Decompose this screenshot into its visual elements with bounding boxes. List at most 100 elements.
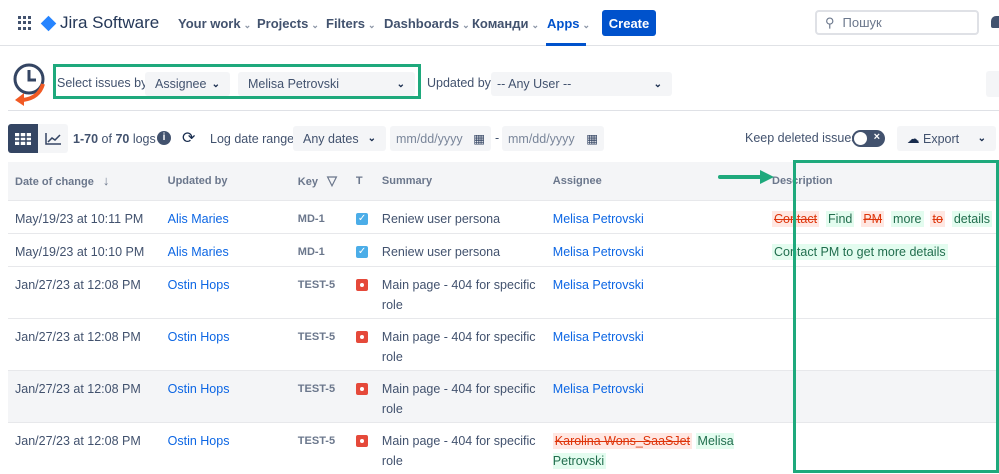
chevron-down-icon: ⌄ xyxy=(396,78,405,90)
assignee-cell: Melisa Petrovski xyxy=(545,199,765,233)
assignee-link[interactable]: Melisa Petrovski xyxy=(553,278,644,292)
keep-deleted-label: Keep deleted issues xyxy=(745,131,858,145)
description-cell: Contact Find PM more to details xyxy=(765,199,999,233)
desc-removed-word: PM xyxy=(861,210,885,227)
brand-name: Jira Software xyxy=(60,13,160,32)
table-row: Jan/27/23 at 12:08 PM Ostin Hops TEST-5 … xyxy=(8,369,999,422)
chart-view-button[interactable] xyxy=(38,124,68,153)
assignee-link[interactable]: Melisa Petrovski xyxy=(553,382,644,396)
app-switcher-icon[interactable] xyxy=(18,16,32,30)
assignee-link[interactable]: Melisa Petrovski xyxy=(553,212,644,226)
notifications-icon[interactable] xyxy=(991,16,999,28)
chevron-down-icon: ⌄ xyxy=(311,20,319,30)
table-row: Jan/27/23 at 12:08 PM Ostin Hops TEST-5 … xyxy=(8,317,999,370)
date-cell: Jan/27/23 at 12:08 PM xyxy=(8,317,161,370)
updated-by-link[interactable]: Ostin Hops xyxy=(168,434,230,448)
select-by-dropdown[interactable]: Assignee ⌄ xyxy=(145,72,230,96)
nav-dashboards[interactable]: Dashboards ⌄ xyxy=(384,16,470,31)
col-description[interactable]: Description xyxy=(765,162,999,200)
chevron-down-icon: ⌄ xyxy=(462,20,470,30)
history-clock-icon xyxy=(13,63,45,106)
calendar-icon: ▦ xyxy=(473,132,485,146)
chevron-down-icon: ⌄ xyxy=(368,20,376,30)
col-key[interactable]: Key ▽ xyxy=(290,162,349,200)
bug-type-icon xyxy=(355,434,368,447)
description-cell xyxy=(765,421,999,474)
description-cell xyxy=(765,317,999,370)
date-mode-dropdown[interactable]: Any dates ⌄ xyxy=(293,126,386,151)
jira-logo[interactable]: Jira Software xyxy=(40,13,160,33)
divider xyxy=(8,110,999,111)
assignee-cell: Karolina Wons_SaaSJet Melisa Petrovski xyxy=(545,421,765,474)
desc-removed-word: to xyxy=(930,210,945,227)
col-date[interactable]: Date of change ↓ xyxy=(8,162,161,200)
date-cell: Jan/27/23 at 12:08 PM xyxy=(8,265,161,318)
col-type[interactable]: T xyxy=(348,162,375,200)
table-icon xyxy=(15,132,31,145)
active-tab-indicator xyxy=(546,43,586,46)
assignee-link[interactable]: Melisa Petrovski xyxy=(553,330,644,344)
issue-key[interactable]: TEST-5 xyxy=(290,369,349,422)
more-dropdown[interactable] xyxy=(986,71,999,97)
assignee-link[interactable]: Melisa Petrovski xyxy=(553,245,644,259)
chevron-down-icon: ⌄ xyxy=(977,133,986,144)
description-cell: Contact PM to get more details xyxy=(765,232,999,266)
export-button[interactable]: ☁ Export ⌄ xyxy=(897,126,996,151)
search-placeholder: Пошук xyxy=(842,15,882,30)
summary-cell: Main page - 404 for specific role xyxy=(374,421,546,474)
assignee-cell: Melisa Petrovski xyxy=(545,317,765,370)
create-button[interactable]: Create xyxy=(602,10,656,36)
issue-key[interactable]: MD-1 xyxy=(290,232,349,266)
nav-your-work[interactable]: Your work ⌄ xyxy=(178,16,251,31)
issue-key[interactable]: TEST-5 xyxy=(290,317,349,370)
search-input[interactable]: ⚲ Пошук xyxy=(815,10,979,35)
updated-by-link[interactable]: Alis Maries xyxy=(168,212,229,226)
cloud-download-icon: ☁ xyxy=(907,132,920,146)
summary-cell: Main page - 404 for specific role xyxy=(374,317,546,370)
col-updated-by[interactable]: Updated by xyxy=(160,162,291,200)
keep-deleted-toggle[interactable]: × xyxy=(852,130,885,147)
updated-by-link[interactable]: Ostin Hops xyxy=(168,382,230,396)
table-row: Jan/27/23 at 12:08 PM Ostin Hops TEST-5 … xyxy=(8,421,999,474)
bug-type-icon xyxy=(355,278,368,291)
assignee-dropdown[interactable]: Melisa Petrovski ⌄ xyxy=(238,72,415,96)
desc-added-word: details xyxy=(951,210,992,227)
chevron-down-icon: ⌄ xyxy=(531,20,540,30)
desc-added-word: Find xyxy=(826,210,855,227)
info-icon[interactable]: i xyxy=(157,131,171,145)
date-cell: Jan/27/23 at 12:08 PM xyxy=(8,421,161,474)
nav-teams[interactable]: Команди ⌄ xyxy=(472,16,539,31)
desc-added-word: more xyxy=(891,210,924,227)
issue-key[interactable]: TEST-5 xyxy=(290,421,349,474)
assignee-cell: Melisa Petrovski xyxy=(545,265,765,318)
table-row: May/19/23 at 10:10 PM Alis Maries MD-1 R… xyxy=(8,232,999,266)
filter-icon: ▽ xyxy=(327,172,338,188)
assignee-cell: Melisa Petrovski xyxy=(545,232,765,266)
chevron-down-icon: ⌄ xyxy=(211,78,220,90)
assignee-cell: Melisa Petrovski xyxy=(545,369,765,422)
updated-by-link[interactable]: Ostin Hops xyxy=(168,330,230,344)
table-row: Jan/27/23 at 12:08 PM Ostin Hops TEST-5 … xyxy=(8,265,999,318)
date-from-input[interactable]: mm/dd/yyyy ▦ xyxy=(390,126,491,151)
table-row: May/19/23 at 10:11 PM Alis Maries MD-1 R… xyxy=(8,199,999,233)
issue-key[interactable]: MD-1 xyxy=(290,199,349,233)
col-summary[interactable]: Summary xyxy=(374,162,546,200)
date-range-dash: - xyxy=(495,131,500,145)
summary-cell: Reniew user persona xyxy=(374,232,546,266)
table-view-button[interactable] xyxy=(8,124,38,153)
refresh-icon[interactable]: ⟳ xyxy=(182,128,195,148)
jira-diamond-icon xyxy=(40,15,57,31)
nav-projects[interactable]: Projects ⌄ xyxy=(257,16,319,31)
nav-filters[interactable]: Filters ⌄ xyxy=(326,16,376,31)
nav-apps[interactable]: Apps ⌄ xyxy=(547,16,590,31)
log-count: 1-70 of 70 logs xyxy=(73,132,156,146)
issue-key[interactable]: TEST-5 xyxy=(290,265,349,318)
updated-by-link[interactable]: Alis Maries xyxy=(168,245,229,259)
search-icon: ⚲ xyxy=(825,14,835,30)
date-to-input[interactable]: mm/dd/yyyy ▦ xyxy=(502,126,604,151)
updated-by-dropdown[interactable]: -- Any User -- ⌄ xyxy=(491,72,672,96)
summary-cell: Reniew user persona xyxy=(374,199,546,233)
updated-by-link[interactable]: Ostin Hops xyxy=(168,278,230,292)
chevron-down-icon: ⌄ xyxy=(582,20,591,30)
chevron-down-icon: ⌄ xyxy=(653,78,662,90)
